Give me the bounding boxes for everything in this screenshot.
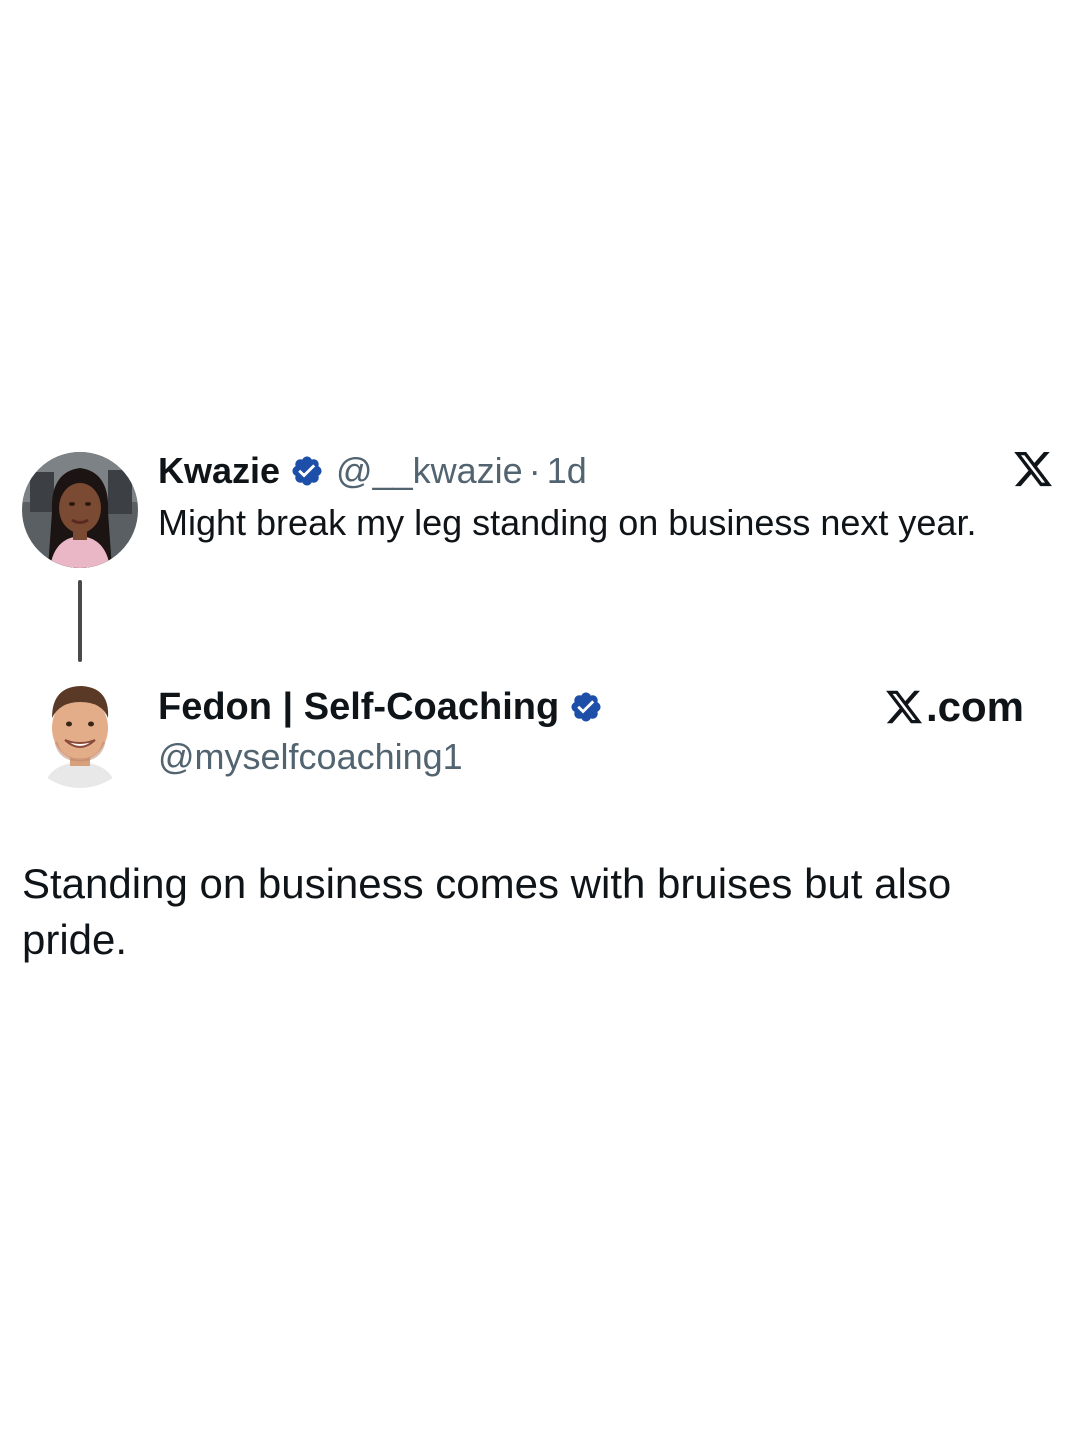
verified-badge-icon: [569, 690, 603, 724]
x-logo-icon: [884, 687, 924, 727]
thread-connector-line: [78, 580, 82, 662]
x-logo-icon: [1012, 448, 1054, 490]
woman-avatar-icon: [22, 452, 138, 568]
reply-tweet-text: Standing on business comes with bruises …: [22, 860, 952, 963]
kwazie-avatar[interactable]: [22, 452, 138, 568]
tweet-timestamp[interactable]: 1d: [547, 450, 587, 492]
x-com-branding: .com: [884, 683, 1025, 730]
author-name[interactable]: Kwazie: [158, 450, 280, 492]
original-tweet-header: Kwazie @__kwazie · 1d: [158, 448, 587, 494]
fedon-avatar[interactable]: [22, 672, 138, 788]
author-name[interactable]: Fedon | Self-Coaching: [158, 686, 559, 729]
reply-tweet-header: Fedon | Self-Coaching: [158, 684, 603, 730]
verified-badge-icon: [290, 454, 324, 488]
tweet-thread: Kwazie @__kwazie · 1d Might break my leg…: [0, 0, 1080, 1440]
man-avatar-icon: [22, 672, 138, 788]
site-domain-text: .com: [926, 683, 1025, 730]
author-handle[interactable]: @myselfcoaching1: [158, 736, 463, 778]
separator-dot: ·: [528, 450, 541, 491]
author-handle[interactable]: @__kwazie: [336, 450, 523, 492]
original-tweet-text: Might break my leg standing on business …: [158, 502, 977, 543]
